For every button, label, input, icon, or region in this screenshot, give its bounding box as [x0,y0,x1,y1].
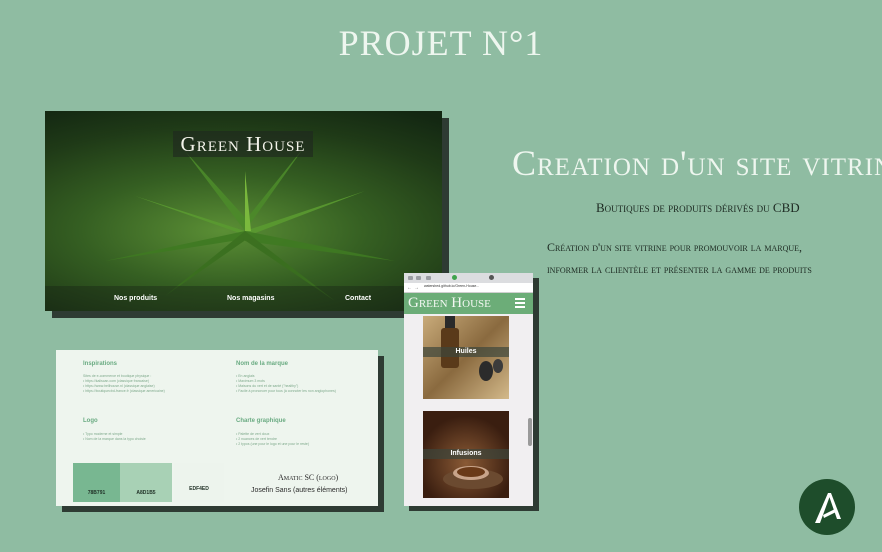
inspiration-item: • https://boutiquecbd-france.fr (classiq… [83,389,165,393]
color-swatch-2: A8D1B5 [120,463,172,502]
new-tab-icon[interactable] [489,275,494,280]
author-logo [799,479,855,535]
brand-name-title: Nom de la marque [236,361,289,367]
swatch-label: A8D1B5 [136,490,156,496]
project-description-line-2: informer la clientèle et présenter la ga… [547,262,812,276]
product-label: Huiles [423,347,509,357]
browser-tab-bar [404,273,533,283]
project-subtitle: Boutiques de produits dérivés du CBD [596,200,800,215]
product-card-oils[interactable]: Huiles [423,316,509,399]
color-swatch-1: 78B791 [73,463,120,502]
hero-brand-title: Green House [173,131,313,157]
browser-url-bar[interactable]: ← → watershed.github.io/Green-House... [404,283,533,293]
nav-link-stores[interactable]: Nos magasins [227,295,274,302]
swatch-label: EDF4ED [189,486,209,492]
nav-link-products[interactable]: Nos produits [114,295,157,302]
scrollbar-thumb[interactable] [528,418,532,446]
brand-item: • Facile à prononcer pour tous (à connot… [236,389,336,393]
charte-item: • 2 typos (une pour le logo et une pour … [236,442,310,446]
logo-item: • Nom de la marque dans la typo choisie [83,437,146,441]
url-text[interactable]: watershed.github.io/Green-House... [424,284,479,288]
oil-bottle-image [441,316,503,381]
mobile-header: Green House [404,293,533,314]
project-heading: Creation d'un site vitrine [512,143,882,183]
active-tab-icon[interactable] [452,275,457,280]
logo-letter-a-icon [815,493,841,523]
mobile-mockup: ← → watershed.github.io/Green-House... G… [404,273,533,506]
tab-icon[interactable] [426,276,431,280]
inspirations-title: Inspirations [83,361,118,367]
mobile-brand-title: Green House [408,295,491,311]
font-logo-label: Amatic SC (logo) [278,473,339,482]
forward-arrow-icon[interactable]: → [414,285,419,291]
design-brief-card: Inspirations Sites de e-commerce et bout… [56,350,378,506]
product-card-infusions[interactable]: Infusions [423,411,509,498]
font-other-label: Josefin Sans (autres éléments) [251,487,348,494]
project-description-line-1: Création d'un site vitrine pour promouvo… [547,240,803,254]
swatch-label: 78B791 [87,490,106,496]
logo-title: Logo [83,418,98,424]
charte-title: Charte graphique [236,418,286,424]
tab-icon[interactable] [408,276,413,280]
page-title: PROJET N°1 [338,23,544,63]
nav-link-contact[interactable]: Contact [345,295,371,302]
color-swatch-3: EDF4ED [174,463,224,502]
back-arrow-icon[interactable]: ← [407,285,412,291]
hamburger-menu-icon[interactable] [515,298,525,308]
tab-icon[interactable] [416,276,421,280]
desktop-mockup: Green House Nos produits Nos magasins Co… [45,111,442,311]
product-label: Infusions [423,449,509,459]
